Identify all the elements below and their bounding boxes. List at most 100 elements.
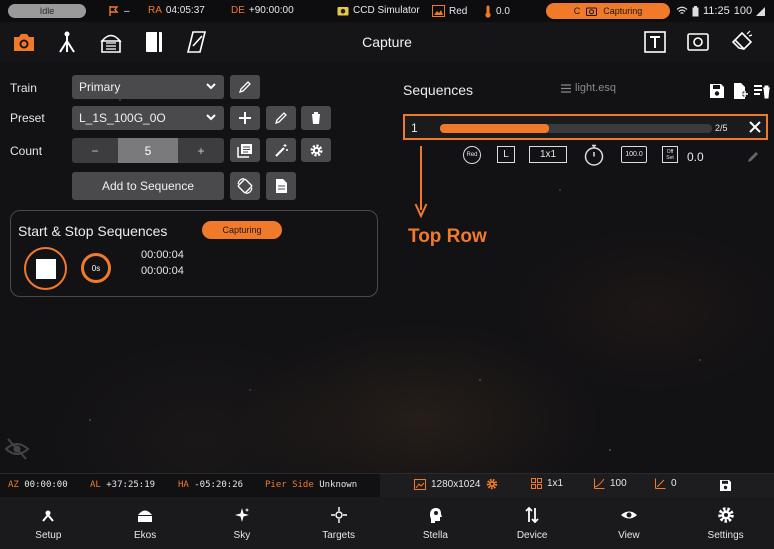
sequence-row-index: 1 — [411, 121, 418, 135]
save-sequence-icon[interactable] — [708, 82, 726, 100]
edit-preset-button[interactable] — [266, 106, 296, 130]
mount-flag-status: – — [108, 5, 130, 17]
nav-targets[interactable]: Targets — [290, 497, 387, 549]
thermometer-icon — [485, 5, 491, 18]
preset-label: Preset — [10, 111, 45, 125]
camera-icon — [586, 7, 598, 16]
nav-setup[interactable]: Setup — [0, 497, 97, 549]
count-decrement-button[interactable]: − — [72, 138, 118, 163]
preset-select[interactable]: L_1S_100G_0O — [72, 106, 224, 130]
preset-value: L_1S_100G_0O — [79, 111, 166, 125]
ha-value: -05:20:26 — [194, 480, 244, 490]
pier-side-value: Unknown — [319, 480, 358, 490]
count-value[interactable]: 5 — [118, 138, 178, 163]
nav-settings-label: Settings — [707, 529, 744, 541]
flag-icon — [109, 6, 119, 16]
filter-chip: Red — [463, 146, 481, 164]
document-icon — [275, 179, 287, 193]
count-stepper[interactable]: − 5 + — [72, 138, 224, 163]
count-increment-button[interactable]: + — [178, 138, 224, 163]
status-bar: Idle – RA 04:05:37 DE +90:00:00 CCD Simu… — [0, 0, 774, 22]
capturing-status-pill[interactable]: C Capturing — [546, 3, 670, 19]
text-box-icon — [644, 31, 666, 53]
capture-settings-button[interactable] — [301, 138, 331, 162]
az-label: AZ — [8, 480, 19, 490]
nav-stella[interactable]: Stella — [387, 497, 484, 549]
list-icon — [561, 83, 571, 93]
delete-preset-button[interactable] — [301, 106, 331, 130]
setup-icon — [42, 510, 55, 522]
offset-chip-text: Off Set — [666, 148, 674, 161]
open-file-button[interactable] — [266, 172, 296, 200]
chevron-down-icon — [206, 114, 216, 121]
nav-stella-label: Stella — [422, 529, 448, 541]
pencil-icon[interactable] — [746, 150, 760, 164]
battery-icon — [692, 5, 699, 16]
al-value: +37:25:19 — [106, 480, 156, 490]
rotate-screen-button[interactable] — [230, 172, 260, 200]
clear-button[interactable] — [730, 30, 754, 54]
offset-chip: Off Set — [662, 146, 678, 163]
nav-sky[interactable]: Sky — [194, 497, 291, 549]
gain-stat: 100 — [594, 478, 627, 489]
nav-setup-label: Setup — [35, 529, 62, 541]
save-icon[interactable] — [719, 479, 732, 492]
eye-off-icon[interactable] — [4, 436, 30, 462]
gain-chip: 100.0 — [621, 146, 647, 163]
resolution-stat[interactable]: 1280x1024 — [414, 478, 498, 490]
edit-train-button[interactable] — [230, 75, 260, 99]
gain-chip-text: 100.0 — [625, 151, 643, 158]
az-value: 00:00:00 — [24, 480, 68, 490]
add-preset-button[interactable] — [230, 106, 260, 130]
start-stop-title: Start & Stop Sequences — [18, 223, 168, 239]
frame-type-chip: L — [497, 146, 515, 163]
nav-device[interactable]: Device — [484, 497, 581, 549]
text-overlay-button[interactable] — [643, 30, 667, 54]
train-select[interactable]: Primary — [72, 75, 224, 99]
pier-side-readout: Pier Side Unknown — [265, 480, 357, 490]
save-as-icon[interactable] — [731, 82, 749, 100]
binning-chip-text: 1x1 — [539, 149, 557, 160]
nav-ekos-label: Ekos — [134, 529, 157, 541]
filter-status[interactable]: Red — [432, 5, 467, 17]
annotation-arrow — [414, 146, 428, 218]
capturing-badge: Capturing — [202, 221, 282, 239]
nav-device-label: Device — [516, 529, 548, 541]
ha-label: HA — [178, 480, 189, 490]
gain-curve-icon — [594, 478, 605, 489]
clear-queue-icon[interactable] — [753, 82, 771, 100]
stop-sequence-button[interactable] — [24, 247, 67, 290]
rotate-icon — [237, 177, 253, 195]
preview-button[interactable] — [686, 30, 710, 54]
filter-name: Red — [449, 5, 468, 17]
sequence-top-row[interactable]: 1 2/5 — [403, 114, 768, 140]
sequence-progress-count: 2/5 — [715, 123, 728, 133]
camera-name: CCD Simulator — [353, 5, 420, 16]
al-readout: AL +37:25:19 — [90, 480, 155, 490]
az-readout: AZ 00:00:00 — [8, 480, 68, 490]
add-to-sequence-button[interactable]: Add to Sequence — [72, 172, 224, 200]
signal-icon — [756, 6, 766, 16]
sequence-library-button[interactable] — [230, 138, 260, 162]
count-label: Count — [10, 144, 43, 158]
temperature-value: 0.0 — [496, 6, 510, 17]
nav-ekos[interactable]: Ekos — [97, 497, 194, 549]
flag-value: – — [124, 5, 130, 17]
frame-icon — [687, 33, 709, 51]
temperature-status: 0.0 — [484, 5, 510, 18]
elapsed-time-2: 00:00:04 — [141, 265, 184, 277]
sequence-file[interactable]: light.esq — [561, 82, 616, 94]
nav-view-label: View — [618, 529, 640, 541]
nav-view[interactable]: View — [581, 497, 678, 549]
image-icon — [414, 478, 426, 490]
close-icon[interactable] — [747, 119, 763, 135]
offset-stat: 0 — [655, 478, 677, 489]
binning-value: 1x1 — [547, 478, 564, 489]
nav-settings[interactable]: Settings — [677, 497, 774, 549]
annotation-label: Top Row — [408, 226, 487, 247]
pier-side-label: Pier Side — [265, 480, 314, 490]
auto-settings-button[interactable] — [266, 138, 296, 162]
camera-status[interactable]: CCD Simulator — [337, 5, 420, 16]
offset-value: 0 — [671, 478, 677, 489]
binning-chip: 1x1 — [529, 146, 567, 163]
